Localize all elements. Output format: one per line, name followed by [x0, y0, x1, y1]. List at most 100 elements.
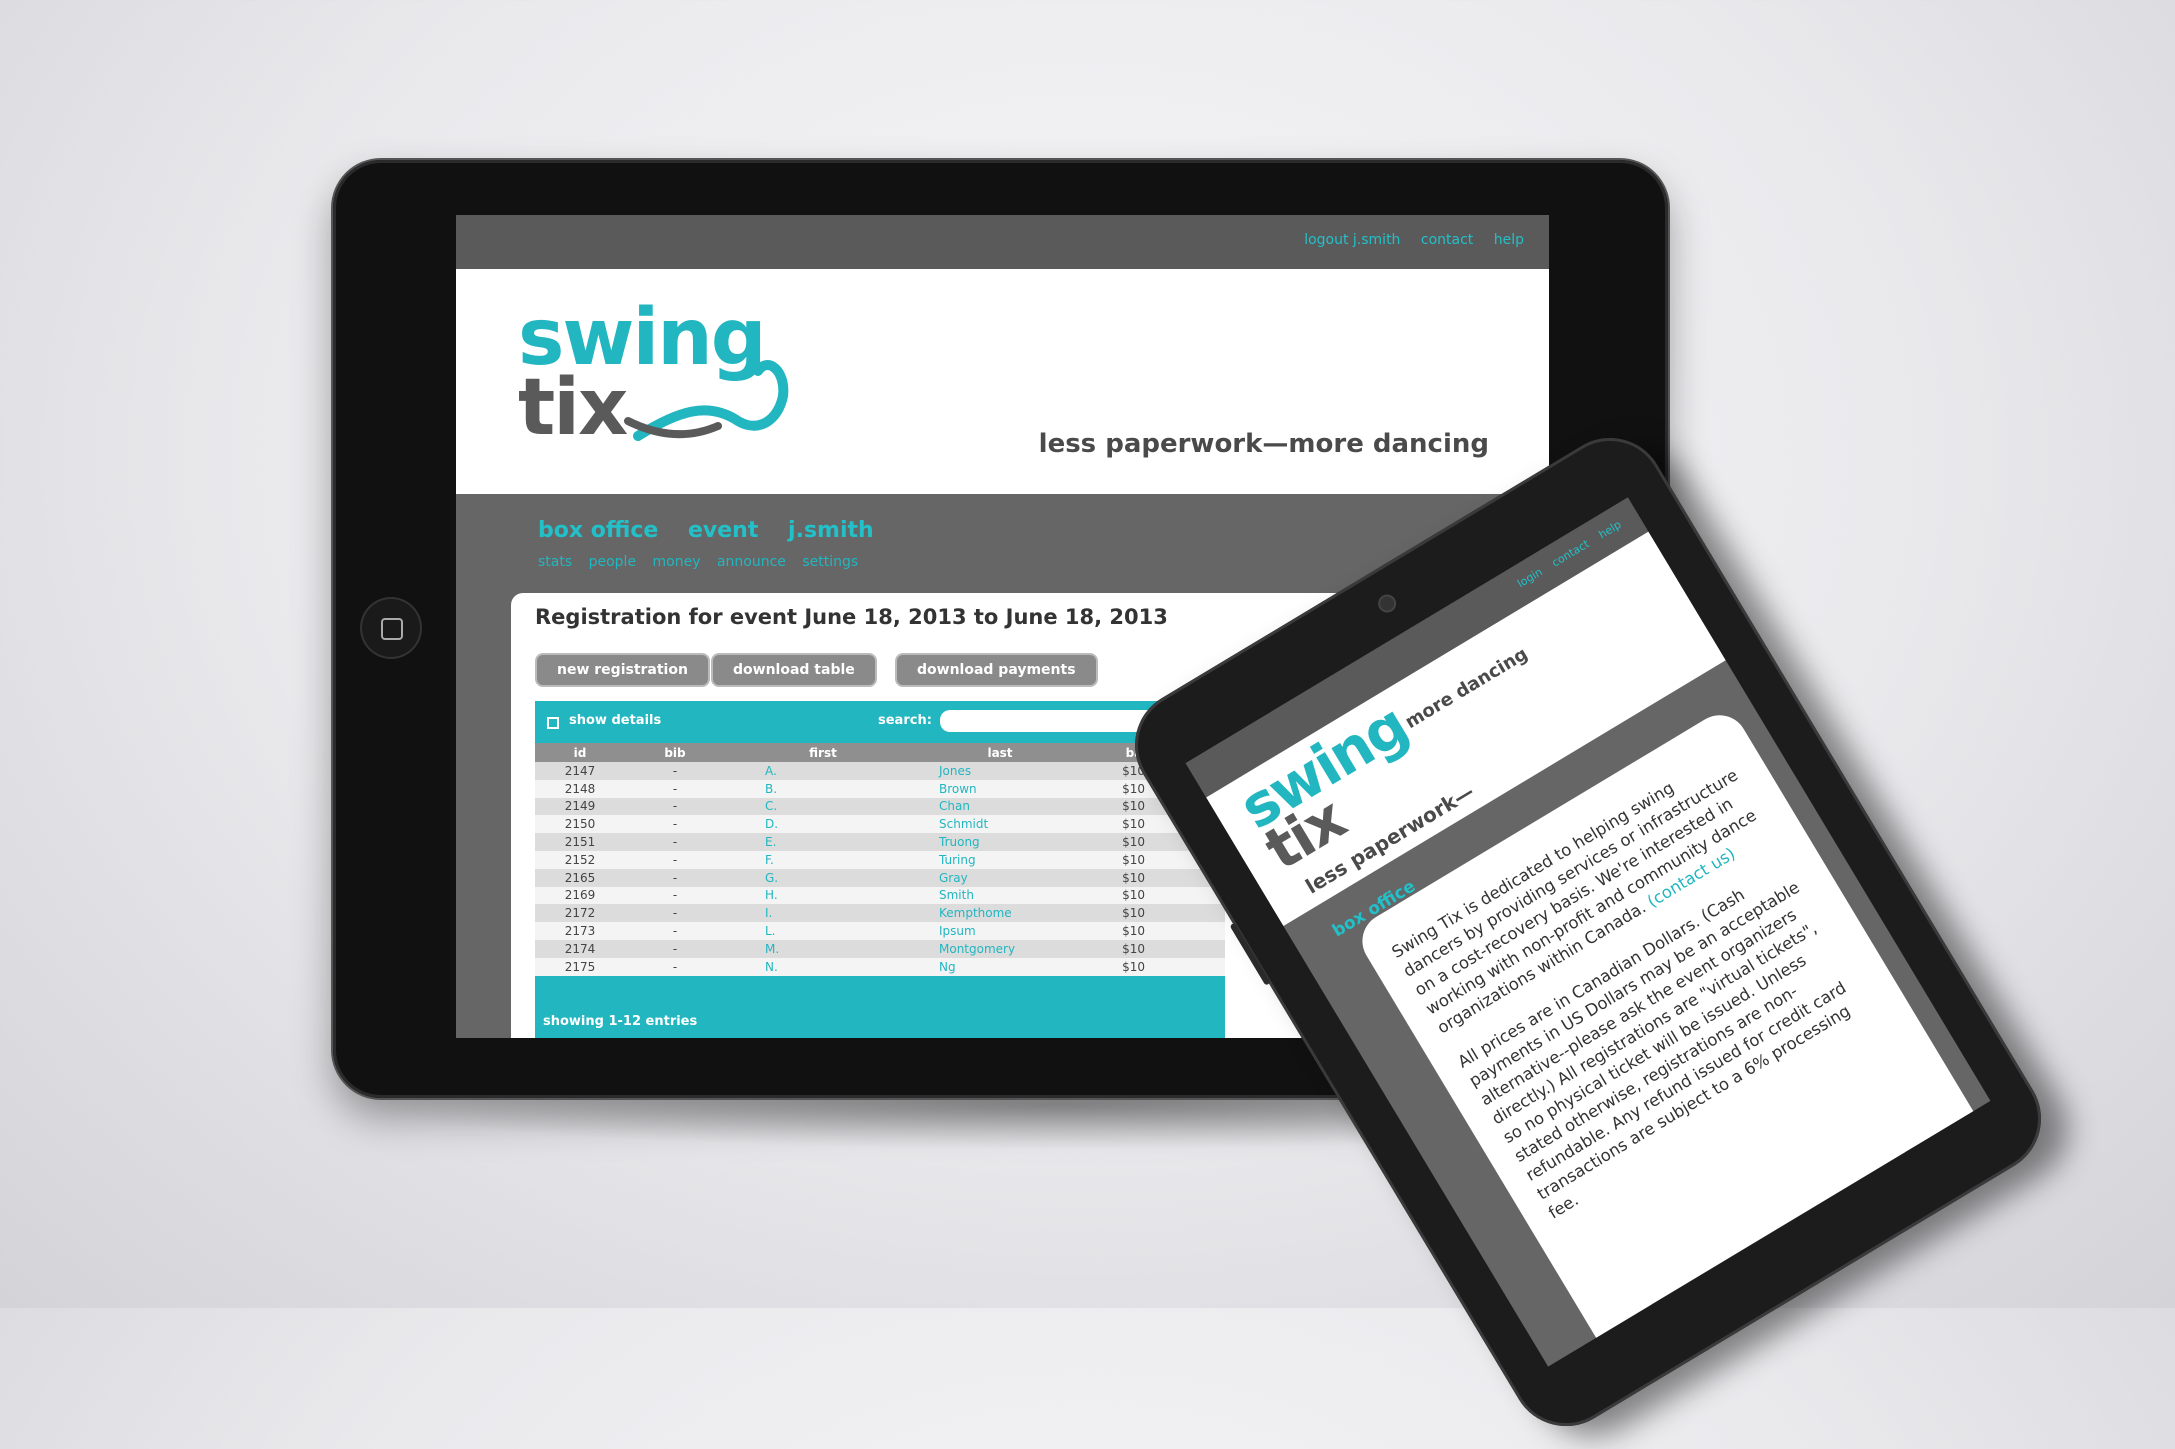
cell-bib: -	[625, 922, 725, 940]
table-grid: id bib first last balance 2147-A.Jones$1…	[535, 743, 1225, 976]
subnav-settings[interactable]: settings	[802, 554, 858, 570]
cell-last[interactable]: Turing	[921, 850, 1079, 869]
cell-last[interactable]: Gray	[921, 868, 1079, 887]
cell-last[interactable]: Kempthome	[921, 904, 1079, 923]
cell-bib: -	[625, 833, 725, 851]
cell-id: 2165	[535, 868, 625, 887]
cell-first[interactable]: H.	[725, 886, 921, 905]
cell-id: 2169	[535, 886, 625, 905]
phone-device: login contact help swing tix more dancin…	[1114, 417, 2062, 1447]
table-row[interactable]: 2174- M. Montgomery $10	[535, 939, 1225, 958]
cell-first[interactable]: G.	[725, 868, 921, 887]
subnav-stats[interactable]: stats	[538, 554, 572, 570]
table-row[interactable]: 2149- C. Chan $10	[535, 797, 1225, 816]
cell-last[interactable]: Chan	[921, 797, 1079, 816]
table-row[interactable]: 2150- D. Schmidt $10	[535, 815, 1225, 834]
cell-id: 2147	[535, 762, 625, 780]
show-details-checkbox[interactable]	[547, 717, 559, 729]
cell-first[interactable]: L.	[725, 922, 921, 940]
logout-link[interactable]: logout j.smith	[1304, 232, 1400, 248]
cell-bib: -	[625, 797, 725, 816]
logo-swoosh-icon	[624, 360, 789, 441]
tablet-home-button[interactable]	[360, 597, 422, 659]
contact-link[interactable]: contact	[1421, 232, 1473, 248]
col-last[interactable]: last	[921, 743, 1079, 762]
phone-device-wrap: login contact help swing tix more dancin…	[1114, 417, 2062, 1447]
cell-id: 2174	[535, 939, 625, 958]
nav-event[interactable]: event	[688, 518, 758, 543]
phone-login-link[interactable]: login	[1515, 565, 1545, 590]
subnav-people[interactable]: people	[589, 554, 636, 570]
cell-bib: -	[625, 868, 725, 887]
table-row[interactable]: 2175- N. Ng $10	[535, 957, 1225, 976]
cell-id: 2152	[535, 850, 625, 869]
logo-word-tix: tix	[518, 363, 628, 453]
home-icon	[381, 618, 403, 640]
col-id[interactable]: id	[535, 743, 625, 762]
cell-first[interactable]: C.	[725, 797, 921, 816]
cell-first[interactable]: F.	[725, 850, 921, 869]
cell-bib: -	[625, 886, 725, 905]
table-row[interactable]: 2173- L. Ipsum $10	[535, 922, 1225, 940]
swingtix-logo[interactable]: swing tix	[518, 293, 789, 453]
subnav-announce[interactable]: announce	[717, 554, 786, 570]
search-label: search:	[878, 713, 932, 728]
cell-bib: -	[625, 850, 725, 869]
cell-id: 2175	[535, 957, 625, 976]
cell-first[interactable]: A.	[725, 762, 921, 780]
table-row[interactable]: 2172- I. Kempthome $10	[535, 904, 1225, 923]
cell-bib: -	[625, 957, 725, 976]
subnav-money[interactable]: money	[653, 554, 701, 570]
cell-first[interactable]: M.	[725, 939, 921, 958]
camera-icon	[1377, 593, 1397, 614]
cell-first[interactable]: I.	[725, 904, 921, 923]
cell-bib: -	[625, 904, 725, 923]
table-row[interactable]: 2152- F. Turing $10	[535, 850, 1225, 869]
cell-last[interactable]: Ng	[921, 957, 1079, 976]
download-payments-button[interactable]: download payments	[895, 653, 1098, 687]
cell-id: 2149	[535, 797, 625, 816]
cell-last[interactable]: Jones	[921, 762, 1079, 780]
registration-table: show details search: id bib first last b…	[535, 701, 1244, 1038]
cell-id: 2151	[535, 833, 625, 851]
cell-id: 2173	[535, 922, 625, 940]
phone-help-link[interactable]: help	[1597, 518, 1624, 541]
cell-first[interactable]: B.	[725, 779, 921, 798]
cell-last[interactable]: Smith	[921, 886, 1079, 905]
table-row[interactable]: 2147- A. Jones $10	[535, 762, 1225, 780]
cell-bib: -	[625, 779, 725, 798]
table-row[interactable]: 2148- B. Brown $10	[535, 779, 1225, 798]
nav-box-office[interactable]: box office	[538, 518, 658, 543]
cell-first[interactable]: N.	[725, 957, 921, 976]
col-bib[interactable]: bib	[625, 743, 725, 762]
cell-id: 2148	[535, 779, 625, 798]
phone-side-button[interactable]	[1229, 922, 1271, 986]
cell-bib: -	[625, 762, 725, 780]
top-links: logout j.smith contact help	[1288, 232, 1524, 248]
cell-last[interactable]: Montgomery	[921, 939, 1079, 958]
cell-bib: -	[625, 939, 725, 958]
page-title: Registration for event June 18, 2013 to …	[535, 605, 1168, 629]
help-link[interactable]: help	[1494, 232, 1524, 248]
cell-last[interactable]: Truong	[921, 833, 1079, 851]
phone-contact-link[interactable]: contact	[1550, 537, 1592, 569]
show-details-label: show details	[569, 713, 662, 728]
cell-last[interactable]: Ipsum	[921, 922, 1079, 940]
cell-first[interactable]: E.	[725, 833, 921, 851]
cell-first[interactable]: D.	[725, 815, 921, 834]
top-bar: logout j.smith contact help	[456, 215, 1549, 269]
cell-bib: -	[625, 815, 725, 834]
table-row[interactable]: 2169- H. Smith $10	[535, 886, 1225, 905]
download-table-button[interactable]: download table	[711, 653, 877, 687]
table-footer: showing 1-12 entries	[543, 1014, 698, 1029]
phone-screen: login contact help swing tix more dancin…	[1185, 497, 1991, 1367]
new-registration-button[interactable]: new registration	[535, 653, 710, 687]
cell-id: 2172	[535, 904, 625, 923]
cell-last[interactable]: Schmidt	[921, 815, 1079, 834]
nav-user[interactable]: j.smith	[788, 518, 874, 543]
col-first[interactable]: first	[725, 743, 921, 762]
table-row[interactable]: 2165- G. Gray $10	[535, 868, 1225, 887]
tagline: less paperwork—more dancing	[1038, 429, 1489, 459]
cell-last[interactable]: Brown	[921, 779, 1079, 798]
table-row[interactable]: 2151- E. Truong $10	[535, 833, 1225, 851]
